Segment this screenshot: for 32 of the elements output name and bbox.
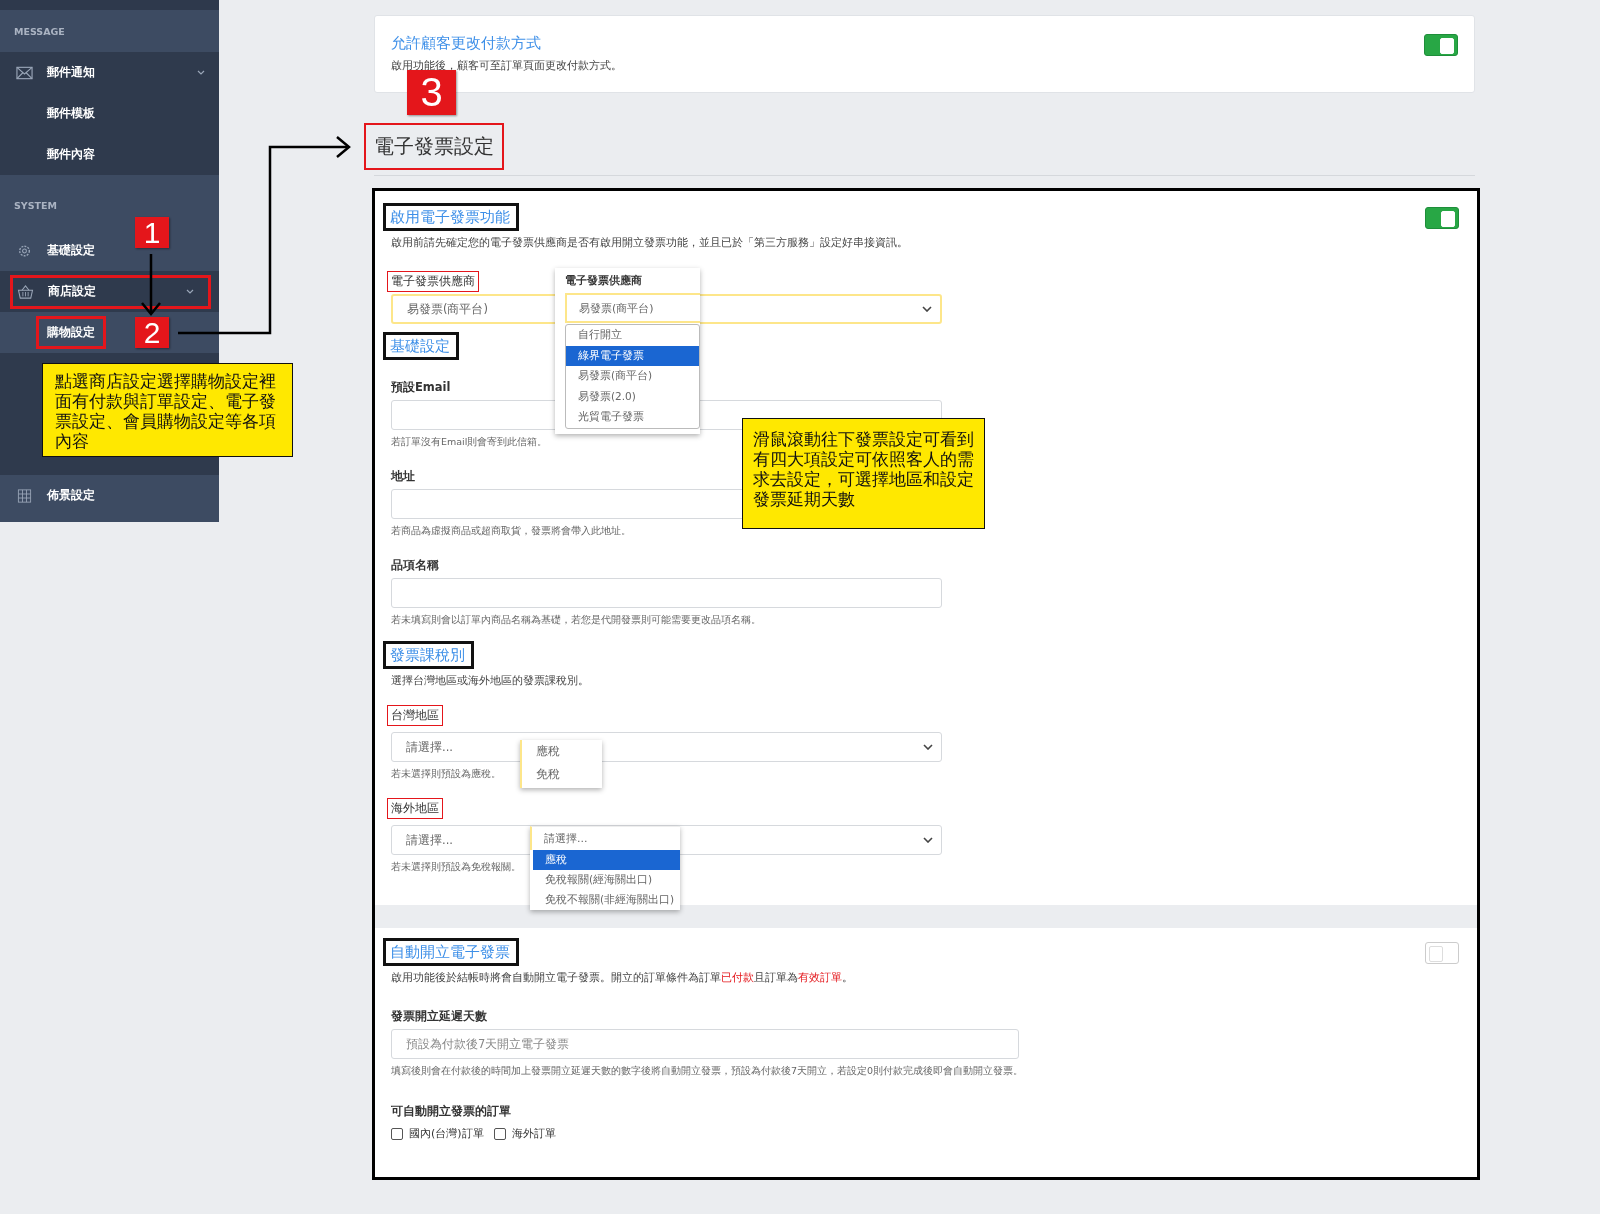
annotation-tooltip: 點選商店設定選擇購物設定裡面有付款與訂單設定、電子發票設定、會員購物設定等各項內容 xyxy=(42,363,293,457)
annotation-tooltip: 滑鼠滾動往下發票設定可看到有四大項設定可依照客人的需求去設定，可選擇地區和設定發票延期天數 xyxy=(742,418,985,529)
section-heading: SYSTEM xyxy=(14,200,57,211)
step-number: 2 xyxy=(135,317,169,348)
field-label: 發票開立延遲天數 xyxy=(391,1008,487,1024)
field-label: 地址 xyxy=(391,468,415,484)
field-label: 海外地區 xyxy=(387,797,443,819)
setting-description: 選擇台灣地區或海外地區的發票課稅別。 xyxy=(391,673,590,688)
help-text: 若未填寫則會以訂單內商品名稱為基礎，若您是代開發票則可能需要更改品項名稱。 xyxy=(391,614,761,625)
setting-title: 基礎設定 xyxy=(383,332,459,360)
setting-description: 啟用前請先確定您的電子發票供應商是否有啟用開立發票功能，並且已於「第三方服務」設定好串接資訊。 xyxy=(391,235,909,250)
field-label: 電子發票供應商 xyxy=(387,270,479,292)
field-label: 電子發票供應商 xyxy=(565,273,643,288)
help-text: 若訂單沒有Email則會寄到此信箱。 xyxy=(391,436,548,447)
setting-title: 發票課稅別 xyxy=(383,641,474,669)
help-text: 若未選擇則預設為應稅。 xyxy=(391,768,501,779)
field-label: 預設Email xyxy=(391,379,451,395)
field-label: 台灣地區 xyxy=(387,704,443,726)
section-heading: MESSAGE xyxy=(14,25,65,37)
help-text: 若商品為虛擬商品或超商取貨，發票將會帶入此地址。 xyxy=(391,525,631,536)
help-text: 若未選擇則預設為免稅報關。 xyxy=(391,861,521,872)
step-number: 1 xyxy=(135,217,169,248)
setting-description: 啟用功能後於結帳時將會自動開立電子發票。開立的訂單條件為訂單已付款且訂單為有效訂單。 xyxy=(391,970,854,985)
section-heading: 電子發票設定 xyxy=(364,123,504,170)
setting-title: 啟用電子發票功能 xyxy=(383,203,519,231)
setting-title: 允許顧客更改付款方式 xyxy=(391,33,541,54)
setting-description: 啟用功能後，顧客可至訂單頁面更改付款方式。 xyxy=(391,58,622,73)
step-number: 3 xyxy=(407,70,456,115)
field-label: 品項名稱 xyxy=(391,557,439,573)
help-text: 填寫後則會在付款後的時間加上發票開立延遲天數的數字後將自動開立發票，預設為付款後7天開立，若設定0則付款完成後即會自動開立發票。 xyxy=(391,1065,1024,1076)
field-label: 可自動開立發票的訂單 xyxy=(391,1103,511,1119)
setting-title: 自動開立電子發票 xyxy=(383,938,519,966)
